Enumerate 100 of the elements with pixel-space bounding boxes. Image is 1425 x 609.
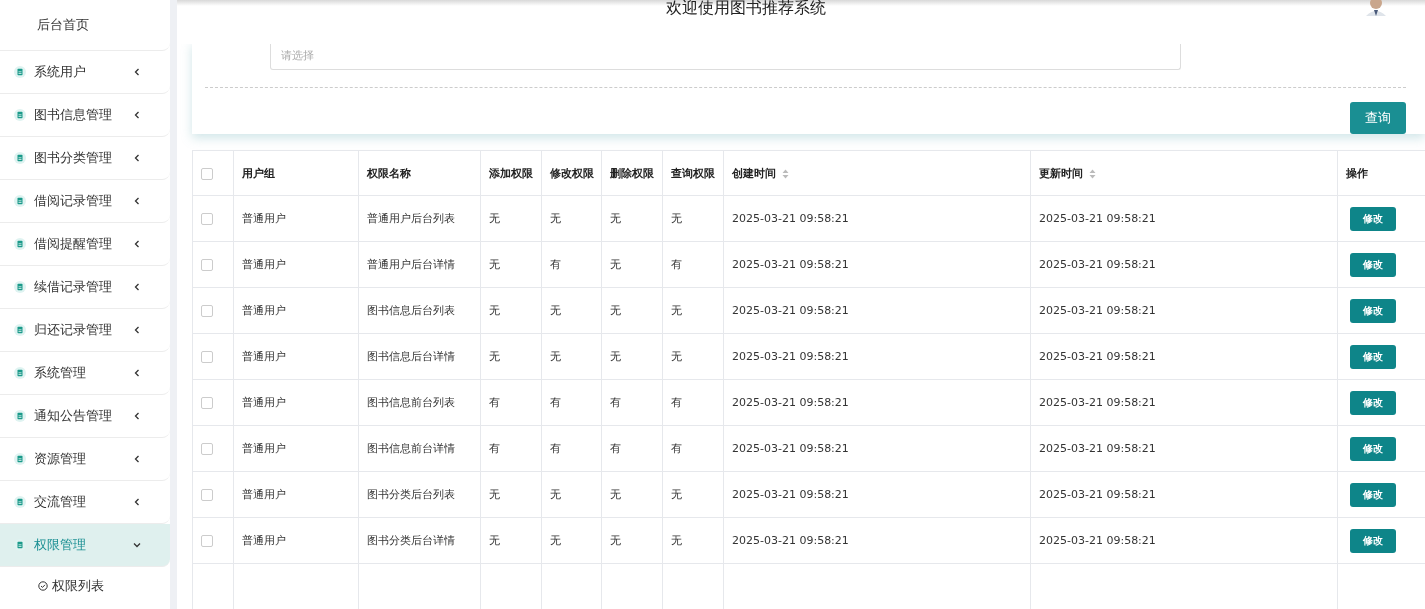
table-cell: 2025-03-21 09:58:21 — [732, 534, 849, 547]
document-icon — [14, 281, 26, 293]
table-cell: 有 — [671, 396, 682, 409]
page-title: 欢迎使用图书推荐系统 — [666, 0, 826, 16]
checkbox[interactable] — [201, 443, 213, 455]
table-cell: 普通用户 — [242, 304, 286, 317]
document-icon — [14, 496, 26, 508]
column-header: 查询权限 — [671, 166, 715, 180]
edit-button[interactable]: 修改 — [1350, 252, 1396, 277]
table-cell: 无 — [610, 534, 621, 547]
checkbox[interactable] — [201, 351, 213, 363]
table-cell: 普通用户后台列表 — [367, 212, 455, 225]
table-cell: 有 — [550, 258, 561, 271]
checkbox[interactable] — [201, 259, 213, 271]
table-cell: 有 — [550, 396, 561, 409]
table-cell: 图书信息前台列表 — [367, 396, 455, 409]
column-header: 用户组 — [242, 166, 275, 180]
menu-label: 交流管理 — [34, 493, 87, 511]
table-cell: 无 — [489, 212, 500, 225]
checkbox[interactable] — [201, 489, 213, 501]
submenu-label: 权限列表 — [52, 577, 104, 595]
checkbox[interactable] — [201, 397, 213, 409]
column-header: 修改权限 — [550, 166, 594, 180]
menu-label: 图书信息管理 — [34, 106, 113, 124]
table-cell: 无 — [610, 304, 621, 317]
table-cell: 2025-03-21 09:58:21 — [732, 258, 849, 271]
document-icon — [14, 152, 26, 164]
menu-label: 续借记录管理 — [34, 278, 113, 296]
select-field[interactable]: 请选择 — [270, 41, 1181, 70]
table-cell: 有 — [610, 442, 621, 455]
checkbox[interactable] — [201, 535, 213, 547]
sort-icon[interactable] — [782, 168, 789, 179]
menu-label: 借阅记录管理 — [34, 192, 113, 210]
table-cell: 有 — [671, 442, 682, 455]
table-cell: 无 — [550, 534, 561, 547]
table-cell: 2025-03-21 09:58:21 — [732, 304, 849, 317]
table-cell: 无 — [610, 488, 621, 501]
column-header: 更新时间 — [1039, 166, 1083, 180]
table-cell: 2025-03-21 09:58:21 — [1039, 534, 1156, 547]
table-cell: 无 — [489, 258, 500, 271]
table-cell: 无 — [671, 534, 682, 547]
table-cell: 普通用户 — [242, 396, 286, 409]
table-cell: 普通用户 — [242, 350, 286, 363]
column-header: 添加权限 — [489, 166, 533, 180]
table-cell: 无 — [550, 304, 561, 317]
table-cell: 无 — [550, 488, 561, 501]
query-button[interactable]: 查询 — [1350, 102, 1406, 134]
submenu-item[interactable]: 权限列表 — [0, 567, 170, 605]
menu-label: 借阅提醒管理 — [34, 235, 113, 253]
menu-label: 图书分类管理 — [34, 149, 113, 167]
column-header: 操作 — [1346, 166, 1368, 180]
avatar-icon[interactable] — [1364, 0, 1388, 16]
edit-button[interactable]: 修改 — [1350, 528, 1396, 553]
table-cell: 无 — [489, 534, 500, 547]
menu-label: 通知公告管理 — [34, 407, 113, 425]
table-cell: 无 — [489, 350, 500, 363]
table-cell: 无 — [671, 212, 682, 225]
document-icon — [14, 109, 26, 121]
table-cell: 图书分类后台详情 — [367, 534, 455, 547]
table-cell: 2025-03-21 09:58:21 — [1039, 396, 1156, 409]
edit-button[interactable]: 修改 — [1350, 436, 1396, 461]
edit-button[interactable]: 修改 — [1350, 298, 1396, 323]
menu-label: 资源管理 — [34, 450, 87, 468]
edit-button[interactable]: 修改 — [1350, 390, 1396, 415]
checkbox[interactable] — [201, 305, 213, 317]
menu-label: 归还记录管理 — [34, 321, 113, 339]
table-cell: 图书信息后台详情 — [367, 350, 455, 363]
document-icon — [14, 324, 26, 336]
column-header: 权限名称 — [367, 166, 411, 180]
table-cell: 无 — [610, 212, 621, 225]
table-cell: 无 — [610, 258, 621, 271]
check-circle-icon — [38, 581, 48, 591]
table-cell: 有 — [489, 396, 500, 409]
table-cell: 图书信息前台详情 — [367, 442, 455, 455]
table-cell: 2025-03-21 09:58:21 — [1039, 212, 1156, 225]
table-cell: 有 — [489, 442, 500, 455]
menu-label: 权限管理 — [34, 536, 87, 554]
table-cell: 无 — [671, 304, 682, 317]
table-cell: 2025-03-21 09:58:21 — [1039, 442, 1156, 455]
table-cell: 2025-03-21 09:58:21 — [1039, 304, 1156, 317]
edit-button[interactable]: 修改 — [1350, 482, 1396, 507]
table-cell: 有 — [550, 442, 561, 455]
table-cell: 2025-03-21 09:58:21 — [732, 212, 849, 225]
checkbox[interactable] — [201, 167, 213, 180]
table-cell: 2025-03-21 09:58:21 — [732, 488, 849, 501]
table-cell: 2025-03-21 09:58:21 — [732, 350, 849, 363]
menu-label: 系统用户 — [34, 63, 87, 81]
table-cell: 图书分类后台列表 — [367, 488, 455, 501]
menu-label: 系统管理 — [34, 364, 87, 382]
checkbox[interactable] — [201, 213, 213, 225]
table-cell: 无 — [489, 304, 500, 317]
sort-icon[interactable] — [1089, 168, 1096, 179]
table-cell: 无 — [671, 350, 682, 363]
table-cell: 有 — [610, 396, 621, 409]
edit-button[interactable]: 修改 — [1350, 344, 1396, 369]
document-icon — [14, 195, 26, 207]
document-icon — [14, 238, 26, 250]
table-cell: 无 — [610, 350, 621, 363]
document-icon — [14, 410, 26, 422]
edit-button[interactable]: 修改 — [1350, 206, 1396, 231]
